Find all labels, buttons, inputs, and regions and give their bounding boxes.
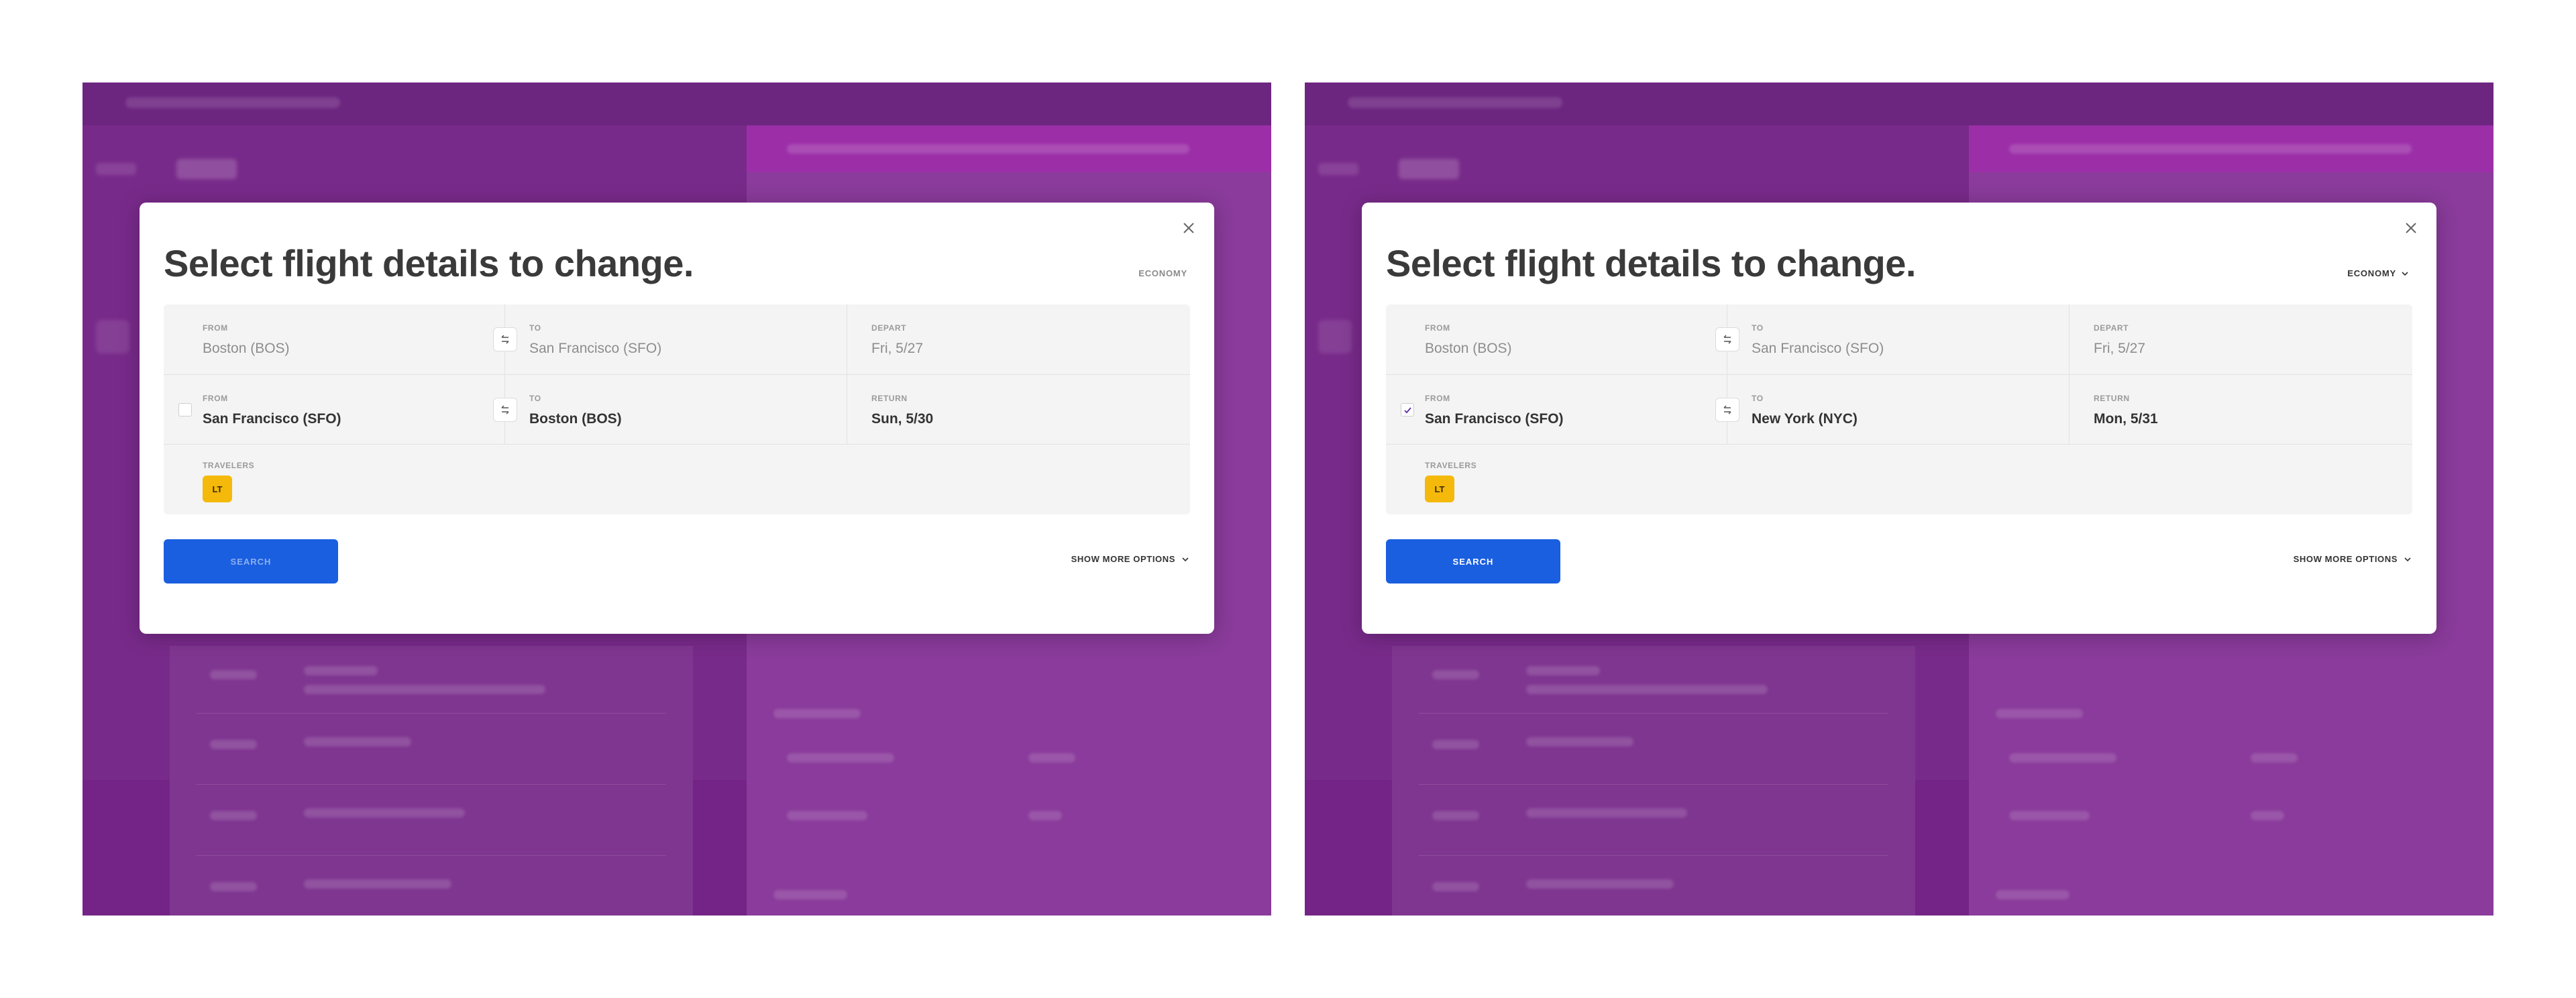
flight-details-form: FROM Boston (BOS) TO San Francisco (SFO)… <box>1386 304 2412 514</box>
search-button[interactable]: SEARCH <box>1386 539 1560 584</box>
travelers-label: TRAVELERS <box>1425 461 1477 470</box>
return-date-field[interactable]: RETURN Sun, 5/30 <box>847 375 1191 445</box>
from-label: FROM <box>203 394 228 403</box>
to-field[interactable]: TO New York (NYC) <box>1715 375 2070 445</box>
show-more-options-label: SHOW MORE OPTIONS <box>2293 554 2398 564</box>
to-field[interactable]: TO San Francisco (SFO) <box>1715 304 2070 374</box>
to-value: Boston (BOS) <box>529 411 622 427</box>
from-field[interactable]: FROM San Francisco (SFO) <box>1386 375 1727 445</box>
return-leg-row: FROM San Francisco (SFO) TO New York (NY… <box>1386 374 2412 445</box>
to-label: TO <box>1752 323 1764 333</box>
chevron-down-icon <box>2402 271 2408 276</box>
from-value: Boston (BOS) <box>203 341 290 356</box>
return-label: RETURN <box>2094 394 2130 403</box>
travelers-label: TRAVELERS <box>203 461 255 470</box>
travelers-row: TRAVELERS LT <box>1386 444 2412 514</box>
chevron-down-icon <box>1182 557 1189 561</box>
background-topbar <box>83 82 1271 125</box>
from-label: FROM <box>203 323 228 333</box>
to-label: TO <box>529 323 541 333</box>
show-more-options-button[interactable]: SHOW MORE OPTIONS <box>1071 554 1190 564</box>
depart-value: Fri, 5/27 <box>2094 341 2146 356</box>
swap-icon[interactable] <box>493 398 517 422</box>
from-label: FROM <box>1425 394 1450 403</box>
modal-title: Select flight details to change. <box>164 242 694 284</box>
depart-label: DEPART <box>2094 323 2129 333</box>
search-button[interactable]: SEARCH <box>164 539 338 584</box>
from-value: Boston (BOS) <box>1425 341 1512 356</box>
traveler-avatar[interactable]: LT <box>1425 476 1454 502</box>
return-value: Sun, 5/30 <box>871 411 934 427</box>
from-field[interactable]: FROM San Francisco (SFO) <box>164 375 504 445</box>
from-field[interactable]: FROM Boston (BOS) <box>1386 304 1727 374</box>
to-field[interactable]: TO San Francisco (SFO) <box>493 304 847 374</box>
depart-date-field[interactable]: DEPART Fri, 5/27 <box>847 304 1191 374</box>
cabin-class-label: ECONOMY <box>2347 268 2396 278</box>
depart-date-field[interactable]: DEPART Fri, 5/27 <box>2069 304 2413 374</box>
swap-icon[interactable] <box>493 327 517 351</box>
app-screen-left: Select flight details to change. ECONOMY… <box>83 82 1271 916</box>
swap-icon[interactable] <box>1715 398 1739 422</box>
outbound-leg-row: FROM Boston (BOS) TO San Francisco (SFO)… <box>164 304 1190 374</box>
chevron-down-icon <box>2404 557 2411 561</box>
traveler-avatar[interactable]: LT <box>203 476 232 502</box>
return-date-field[interactable]: RETURN Mon, 5/31 <box>2069 375 2413 445</box>
return-value: Mon, 5/31 <box>2094 411 2158 427</box>
to-value: San Francisco (SFO) <box>1752 341 1884 356</box>
flight-details-form: FROM Boston (BOS) TO San Francisco (SFO)… <box>164 304 1190 514</box>
depart-value: Fri, 5/27 <box>871 341 924 356</box>
close-icon[interactable] <box>2403 220 2419 236</box>
change-flight-modal: Select flight details to change. ECONOMY… <box>140 203 1214 634</box>
to-label: TO <box>1752 394 1764 403</box>
swap-icon[interactable] <box>1715 327 1739 351</box>
background-list <box>1392 646 1915 916</box>
from-value: San Francisco (SFO) <box>203 411 341 427</box>
to-value: New York (NYC) <box>1752 411 1858 427</box>
background-list <box>170 646 693 916</box>
depart-label: DEPART <box>871 323 907 333</box>
modal-title: Select flight details to change. <box>1386 242 1916 284</box>
from-field[interactable]: FROM Boston (BOS) <box>164 304 504 374</box>
cabin-class-selector[interactable]: ECONOMY <box>1138 268 1187 278</box>
app-screen-right: Select flight details to change. ECONOMY… <box>1305 82 2493 916</box>
travelers-row: TRAVELERS LT <box>164 444 1190 514</box>
cabin-class-label: ECONOMY <box>1138 268 1187 278</box>
show-more-options-label: SHOW MORE OPTIONS <box>1071 554 1175 564</box>
from-value: San Francisco (SFO) <box>1425 411 1564 427</box>
outbound-leg-row: FROM Boston (BOS) TO San Francisco (SFO)… <box>1386 304 2412 374</box>
background-topbar <box>1305 82 2493 125</box>
return-label: RETURN <box>871 394 908 403</box>
to-field[interactable]: TO Boston (BOS) <box>493 375 847 445</box>
from-label: FROM <box>1425 323 1450 333</box>
return-leg-row: FROM San Francisco (SFO) TO Boston (BOS)… <box>164 374 1190 445</box>
change-flight-modal: Select flight details to change. ECONOMY… <box>1362 203 2436 634</box>
to-value: San Francisco (SFO) <box>529 341 662 356</box>
close-icon[interactable] <box>1181 220 1197 236</box>
to-label: TO <box>529 394 541 403</box>
show-more-options-button[interactable]: SHOW MORE OPTIONS <box>2294 554 2412 564</box>
cabin-class-selector[interactable]: ECONOMY <box>2347 268 2410 278</box>
